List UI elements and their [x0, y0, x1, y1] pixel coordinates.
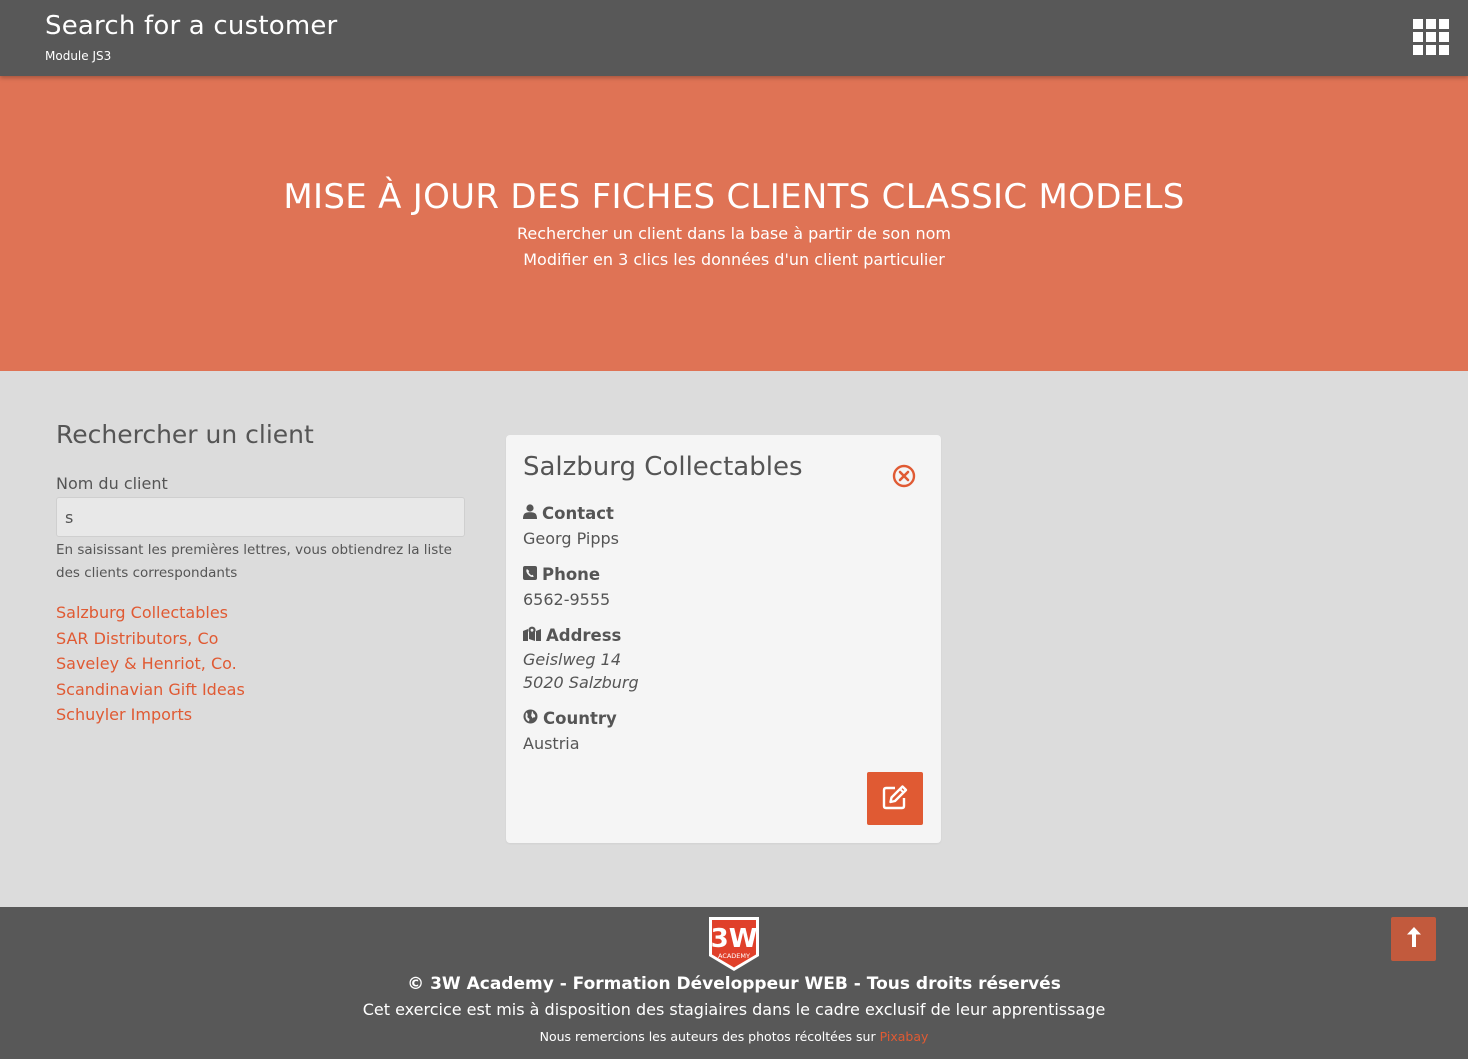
contact-label-row: Contact	[523, 504, 614, 523]
result-item[interactable]: Schuyler Imports	[56, 702, 245, 728]
arrow-up-icon	[1405, 925, 1423, 953]
pixabay-link[interactable]: Pixabay	[880, 1029, 929, 1044]
grid-icon[interactable]	[1413, 19, 1449, 55]
customer-name-input[interactable]	[56, 497, 465, 537]
customer-card: Salzburg Collectables Contact Georg Pipp…	[506, 435, 941, 843]
customer-name: Salzburg Collectables	[523, 452, 803, 482]
scroll-top-button[interactable]	[1391, 917, 1436, 961]
copyright-text: © 3W Academy - Formation Développeur WEB…	[407, 974, 1061, 994]
customer-name-label: Nom du client	[56, 474, 168, 493]
contact-label: Contact	[542, 504, 614, 523]
result-item[interactable]: Scandinavian Gift Ideas	[56, 677, 245, 703]
page-subtitle: Module JS3	[45, 49, 112, 63]
result-item[interactable]: Salzburg Collectables	[56, 600, 245, 626]
globe-icon	[523, 709, 538, 728]
search-section-title: Rechercher un client	[56, 420, 314, 449]
phone-value: 6562-9555	[523, 590, 611, 609]
address-line-1: Geislweg 14	[523, 650, 621, 669]
user-icon	[523, 504, 537, 523]
map-marker-icon	[523, 626, 541, 645]
close-icon[interactable]	[892, 464, 916, 488]
credits-text: Nous remercions les auteurs des photos r…	[539, 1029, 880, 1044]
address-label-row: Address	[523, 626, 621, 645]
edit-button[interactable]	[867, 772, 923, 825]
footer: 3W ACADEMY © 3W Academy - Formation Déve…	[0, 907, 1468, 1059]
phone-icon	[523, 565, 537, 584]
phone-label: Phone	[542, 565, 601, 584]
logo-text: 3W	[711, 924, 758, 954]
country-label-row: Country	[523, 709, 617, 728]
hero-banner: MISE À JOUR DES FICHES CLIENTS CLASSIC M…	[0, 76, 1468, 371]
edit-icon	[881, 783, 909, 815]
contact-value: Georg Pipps	[523, 529, 619, 548]
logo-subtext: ACADEMY	[718, 952, 750, 960]
address-line-2: 5020 Salzburg	[523, 673, 639, 692]
top-bar: Search for a customer Module JS3	[0, 0, 1468, 76]
footer-credits: Nous remercions les auteurs des photos r…	[0, 1029, 1468, 1044]
hero-title: MISE À JOUR DES FICHES CLIENTS CLASSIC M…	[283, 177, 1185, 217]
result-item[interactable]: Saveley & Henriot, Co.	[56, 651, 245, 677]
country-value: Austria	[523, 734, 580, 753]
country-label: Country	[543, 709, 617, 728]
hero-line-2: Modifier en 3 clics les données d'un cli…	[523, 250, 945, 269]
address-label: Address	[546, 626, 622, 645]
phone-label-row: Phone	[523, 565, 600, 584]
footer-notice: Cet exercice est mis à disposition des s…	[362, 1000, 1106, 1019]
result-item[interactable]: SAR Distributors, Co	[56, 626, 245, 652]
3w-academy-logo: 3W ACADEMY	[708, 916, 760, 972]
hero-line-1: Rechercher un client dans la base à part…	[517, 224, 951, 243]
search-results-list: Salzburg Collectables SAR Distributors, …	[56, 600, 245, 728]
search-help-text: En saisissant les premières lettres, vou…	[56, 542, 452, 581]
page-title: Search for a customer	[45, 11, 338, 41]
